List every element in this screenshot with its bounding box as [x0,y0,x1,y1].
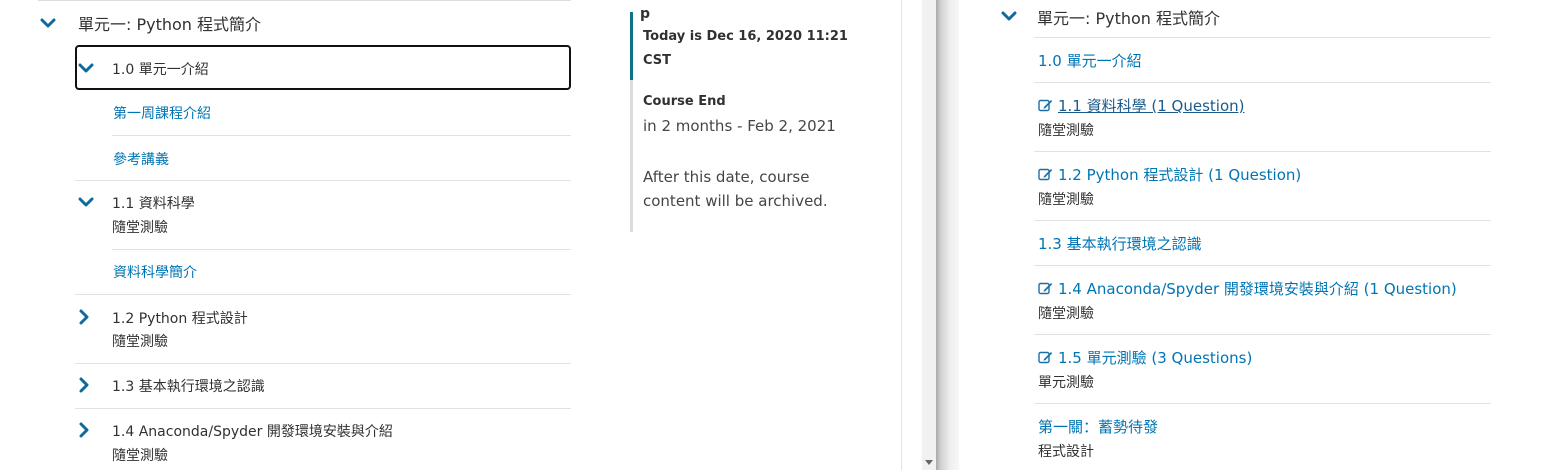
divider [1034,37,1491,38]
outline-item-link[interactable]: 1.0 單元一介紹 [1038,50,1142,71]
edit-icon [1038,167,1053,181]
outline-item-label: 1.5 單元測驗 (3 Questions) [1058,349,1253,367]
divider [1034,334,1491,335]
dates-heading-fragment: p [640,6,651,22]
outline-item-type: 程式設計 [1038,444,1094,460]
divider [75,408,571,409]
course-outline-pane: 單元一: Python 程式簡介 1.0 單元一介紹 第一周課程介紹 參考講義 … [0,0,922,470]
outline-item-type: 隨堂測驗 [1038,192,1094,208]
chevron-right-icon[interactable] [76,309,92,325]
chevron-down-icon[interactable] [78,194,94,210]
outline-item-link[interactable]: 第一關：蓄勢待發 [1038,416,1158,437]
outline-item-label: 1.0 單元一介紹 [1038,52,1142,70]
divider [112,135,571,136]
subsection-title[interactable]: 1.2 Python 程式設計 [112,308,248,328]
divider [75,294,571,295]
course-end-value: in 2 months - Feb 2, 2021 [643,117,836,135]
outline-item-type: 隨堂測驗 [1038,123,1094,139]
scroll-down-arrow-icon[interactable] [925,460,933,465]
outline-item-label: 1.3 基本執行環境之認識 [1038,235,1202,253]
section-title[interactable]: 單元一: Python 程式簡介 [78,11,261,35]
divider [75,363,571,364]
outline-item-type: 單元測驗 [1038,375,1094,391]
today-date: Today is Dec 16, 2020 11:21 CST [643,29,848,68]
outline-item-link[interactable]: 1.4 Anaconda/Spyder 開發環境安裝與介紹 (1 Questio… [1038,278,1457,299]
outline-item-link[interactable]: 1.3 基本執行環境之認識 [1038,233,1202,254]
edit-icon [1038,350,1053,364]
subsection-title[interactable]: 1.3 基本執行環境之認識 [112,376,265,396]
course-outline-pane-right: 單元一: Python 程式簡介 1.0 單元一介紹 1.1 資料科學 (1 Q… [959,0,1559,470]
divider [1034,151,1491,152]
divider [1034,82,1491,83]
chevron-down-icon[interactable] [40,15,56,31]
divider [38,0,571,1]
subsection-type: 隨堂測驗 [112,448,168,464]
unit-link[interactable]: 參考講義 [113,149,169,169]
unit-link[interactable]: 第一周課程介紹 [113,103,211,123]
unit-link[interactable]: 資料科學簡介 [113,262,197,282]
subsection-title[interactable]: 1.1 資料科學 [112,193,195,213]
outline-item-link[interactable]: 1.2 Python 程式設計 (1 Question) [1038,164,1301,185]
outline-item-label: 1.2 Python 程式設計 (1 Question) [1058,166,1302,184]
outline-item-type: 隨堂測驗 [1038,306,1094,322]
timeline-bar [630,80,633,232]
today-accent-bar [630,12,633,80]
chevron-down-icon[interactable] [78,60,94,76]
divider [112,249,571,250]
divider [1034,220,1491,221]
edit-icon [1038,281,1053,295]
edit-icon [1038,98,1053,112]
outline-item-link[interactable]: 1.1 資料科學 (1 Question) [1038,95,1245,116]
divider [901,0,902,470]
divider [75,180,571,181]
subsection-type: 隨堂測驗 [112,334,168,350]
chevron-down-icon[interactable] [1001,8,1017,24]
course-end-note: After this date, course content will be … [643,168,828,210]
window-split-divider [936,0,959,470]
course-end-label: Course End [643,94,726,109]
subsection-type: 隨堂測驗 [112,220,168,236]
section-title[interactable]: 單元一: Python 程式簡介 [1037,5,1220,29]
chevron-right-icon[interactable] [76,377,92,393]
outline-item-label: 1.4 Anaconda/Spyder 開發環境安裝與介紹 (1 Questio… [1058,280,1457,298]
outline-item-label: 1.1 資料科學 (1 Question) [1058,97,1245,115]
outline-item-label: 第一關：蓄勢待發 [1038,418,1159,436]
subsection-title[interactable]: 1.4 Anaconda/Spyder 開發環境安裝與介紹 [112,421,393,441]
important-dates-panel: p Today is Dec 16, 2020 11:21 CST Course… [630,6,880,232]
divider [1034,403,1491,404]
divider [1034,265,1491,266]
outline-item-link[interactable]: 1.5 單元測驗 (3 Questions) [1038,347,1252,368]
subsection-title[interactable]: 1.0 單元一介紹 [112,59,209,79]
vertical-scrollbar[interactable] [922,0,936,470]
chevron-right-icon[interactable] [76,422,92,438]
